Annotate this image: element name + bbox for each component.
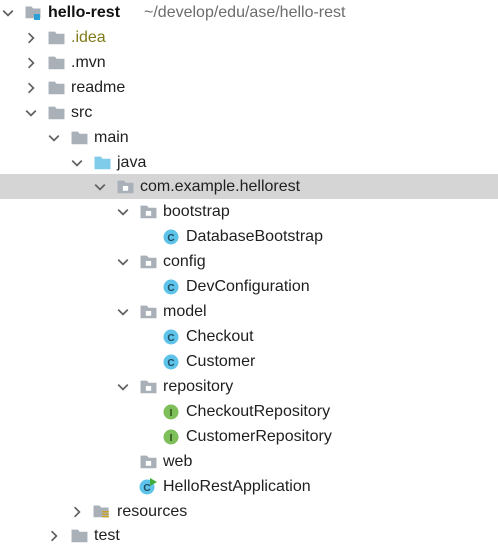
tree-row-web[interactable]: web — [0, 449, 498, 474]
tree-row-config[interactable]: config — [0, 249, 498, 274]
tree-row-customer[interactable]: C Customer — [0, 349, 498, 374]
tree-row-project-root[interactable]: hello-rest ~/develop/edu/ase/hello-rest — [0, 0, 498, 25]
tree-row-src[interactable]: src — [0, 100, 498, 125]
tree-row-java[interactable]: java — [0, 150, 498, 175]
project-path: ~/develop/edu/ase/hello-rest — [144, 4, 346, 21]
project-name: hello-rest — [48, 4, 121, 21]
tree-row-package-selected[interactable]: com.example.hellorest — [0, 174, 498, 199]
tree-row-checkout-repository[interactable]: I CheckoutRepository — [0, 399, 498, 424]
tree-row-hello-rest-application[interactable]: C HelloRestApplication — [0, 474, 498, 499]
tree-label: Checkout — [186, 328, 254, 345]
tree-row-checkout[interactable]: C Checkout — [0, 324, 498, 349]
chevron-right-icon[interactable] — [46, 523, 62, 548]
svg-text:C: C — [143, 483, 150, 494]
interface-icon: I — [161, 399, 181, 424]
tree-row-readme[interactable]: readme — [0, 75, 498, 100]
chevron-down-icon[interactable] — [23, 100, 39, 125]
chevron-down-icon[interactable] — [0, 0, 16, 25]
tree-label: src — [71, 104, 93, 121]
svg-text:C: C — [167, 283, 174, 294]
tree-label: .idea — [71, 29, 106, 46]
tree-label: CheckoutRepository — [186, 403, 331, 420]
svg-text:C: C — [167, 358, 174, 369]
folder-icon — [46, 100, 66, 125]
tree-label: HelloRestApplication — [163, 478, 311, 495]
spring-boot-class-icon: C — [138, 474, 158, 499]
tree-label: main — [94, 129, 129, 146]
package-icon — [138, 374, 158, 399]
package-icon — [138, 249, 158, 274]
chevron-right-icon[interactable] — [23, 25, 39, 50]
tree-label: .mvn — [71, 54, 106, 71]
tree-row-main[interactable]: main — [0, 125, 498, 150]
chevron-down-icon[interactable] — [115, 249, 131, 274]
package-icon — [138, 299, 158, 324]
folder-icon — [46, 75, 66, 100]
project-tree: hello-rest ~/develop/edu/ase/hello-rest … — [0, 0, 498, 548]
tree-row-test[interactable]: test — [0, 523, 498, 548]
tree-label: CustomerRepository — [186, 428, 332, 445]
tree-row-database-bootstrap[interactable]: C DatabaseBootstrap — [0, 224, 498, 249]
class-icon: C — [161, 224, 181, 249]
folder-icon — [46, 50, 66, 75]
chevron-right-icon[interactable] — [23, 50, 39, 75]
tree-label: resources — [117, 503, 188, 520]
chevron-down-icon[interactable] — [69, 150, 85, 175]
chevron-down-icon[interactable] — [46, 125, 62, 150]
chevron-right-icon[interactable] — [23, 75, 39, 100]
resources-folder-icon — [92, 499, 112, 524]
tree-label: java — [117, 154, 147, 171]
tree-label: DatabaseBootstrap — [186, 228, 323, 245]
tree-row-mvn[interactable]: .mvn — [0, 50, 498, 75]
tree-row-customer-repository[interactable]: I CustomerRepository — [0, 424, 498, 449]
folder-icon — [69, 523, 89, 548]
folder-icon — [46, 25, 66, 50]
svg-text:C: C — [167, 333, 174, 344]
tree-label: repository — [163, 378, 234, 395]
chevron-down-icon[interactable] — [92, 174, 108, 199]
chevron-down-icon[interactable] — [115, 199, 131, 224]
tree-row-model[interactable]: model — [0, 299, 498, 324]
module-folder-icon — [24, 0, 44, 25]
svg-text:I: I — [170, 433, 173, 444]
tree-row-bootstrap[interactable]: bootstrap — [0, 199, 498, 224]
class-icon: C — [161, 324, 181, 349]
chevron-right-icon[interactable] — [69, 499, 85, 524]
package-icon — [138, 449, 158, 474]
tree-label: bootstrap — [163, 203, 230, 220]
tree-label: DevConfiguration — [186, 278, 310, 295]
tree-label: config — [163, 253, 206, 270]
tree-label: readme — [71, 79, 126, 96]
chevron-down-icon[interactable] — [115, 299, 131, 324]
tree-row-resources[interactable]: resources — [0, 499, 498, 524]
interface-icon: I — [161, 424, 181, 449]
class-icon: C — [161, 274, 181, 299]
source-folder-icon — [92, 150, 112, 175]
tree-label: com.example.hellorest — [140, 178, 301, 195]
tree-label: test — [94, 527, 120, 544]
chevron-down-icon[interactable] — [115, 374, 131, 399]
tree-label: Customer — [186, 353, 256, 370]
package-icon — [115, 174, 135, 199]
class-icon: C — [161, 349, 181, 374]
tree-label: web — [163, 453, 193, 470]
package-icon — [138, 199, 158, 224]
tree-row-idea[interactable]: .idea — [0, 25, 498, 50]
tree-row-repository[interactable]: repository — [0, 374, 498, 399]
folder-icon — [69, 125, 89, 150]
svg-text:I: I — [170, 408, 173, 419]
tree-row-dev-configuration[interactable]: C DevConfiguration — [0, 274, 498, 299]
tree-label: model — [163, 303, 207, 320]
svg-text:C: C — [167, 233, 174, 244]
